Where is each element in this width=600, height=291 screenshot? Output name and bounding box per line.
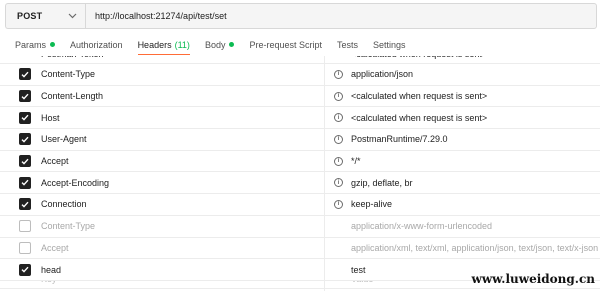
tab-label: Pre-request Script [249,39,322,50]
tab-label: Body [204,39,226,50]
status-dot [50,42,56,47]
tab-params[interactable]: Params [15,33,56,56]
header-row: Content-Length i <calculated when request … [0,86,600,108]
watermark: www.luweidong.cn [471,272,596,286]
tab-body[interactable]: Body [205,33,235,56]
info-icon[interactable]: i [334,91,343,101]
checkbox-checked[interactable] [19,155,31,168]
header-key[interactable]: Accept-Encoding [41,178,109,188]
checkmark-icon [21,136,29,143]
header-key[interactable]: Key [41,281,57,284]
header-value[interactable]: application/xml, text/xml, application/j… [351,243,598,253]
checkmark-icon [21,114,29,121]
tab-label: Params [15,39,47,50]
checkbox-checked[interactable] [19,133,31,146]
header-row: User-Agent i PostmanRuntime/7.29.0 [0,129,600,151]
checkmark-icon [21,201,29,208]
header-key[interactable]: Content-Type [41,221,95,231]
request-url-bar: POST http://localhost:21274/api/test/set [5,3,597,29]
chevron-down-icon [67,11,77,21]
info-icon[interactable]: i [334,199,343,209]
method-label: POST [17,11,43,21]
status-dot [229,42,235,47]
header-key[interactable]: Postman-Token [41,56,104,59]
header-row: Connection i keep-alive [0,194,600,216]
checkbox-checked[interactable] [19,198,31,211]
header-row: Postman-Token <calculated when request is… [0,56,600,64]
header-value[interactable]: <calculated when request is sent> [351,113,487,123]
header-value[interactable]: */* [351,156,361,166]
header-key[interactable]: head [41,265,61,275]
header-key[interactable]: Content-Type [41,69,95,79]
header-value[interactable]: Value [351,281,373,284]
header-row: Content-Type application/x-www-form-urlen… [0,216,600,238]
header-row: Host i <calculated when request is sent> [0,107,600,130]
header-row: Accept i */* [0,151,600,173]
info-icon[interactable]: i [334,156,343,166]
request-tabs: Params Authorization Headers (11) Body P… [0,33,600,56]
tab-count: (11) [174,39,190,50]
info-icon[interactable]: i [334,69,343,79]
header-key[interactable]: Host [41,113,60,123]
header-key[interactable]: Content-Length [41,91,103,101]
header-row: Accept application/xml, text/xml, applica… [0,238,600,260]
header-key[interactable]: Accept [41,156,69,166]
tab-pre-request-script[interactable]: Pre-request Script [249,33,322,56]
header-value[interactable]: application/x-www-form-urlencoded [351,221,492,231]
header-value[interactable]: <calculated when request is sent> [351,56,487,59]
header-value[interactable]: <calculated when request is sent> [351,91,487,101]
tab-label: Tests [336,39,358,50]
header-row: Accept-Encoding i gzip, deflate, br [0,172,600,195]
url-input[interactable]: http://localhost:21274/api/test/set [85,3,597,29]
checkbox-checked[interactable] [19,68,31,81]
tab-label: Headers [137,39,172,50]
tab-headers[interactable]: Headers (11) [137,33,191,56]
checkbox-checked[interactable] [19,111,31,124]
header-value[interactable]: gzip, deflate, br [351,178,413,188]
tab-tests[interactable]: Tests [337,33,358,56]
checkmark-icon [21,266,29,273]
checkbox-checked[interactable] [19,90,31,103]
checkbox-checked[interactable] [19,176,31,189]
checkbox-checked[interactable] [19,263,31,276]
header-value[interactable]: application/json [351,69,413,79]
checkmark-icon [21,93,29,100]
info-icon[interactable]: i [334,134,343,144]
tab-label: Settings [373,39,406,50]
checkmark-icon [21,158,29,165]
header-value[interactable]: PostmanRuntime/7.29.0 [351,134,448,144]
header-key[interactable]: User-Agent [41,134,87,144]
header-row: Content-Type i application/json [0,64,600,86]
method-select[interactable]: POST [5,3,85,29]
info-icon[interactable]: i [334,113,343,123]
checkbox-unchecked[interactable] [19,241,31,254]
tab-label: Authorization [70,39,123,50]
checkmark-icon [21,71,29,78]
header-key[interactable]: Connection [41,199,87,209]
tab-settings[interactable]: Settings [373,33,406,56]
headers-table: Postman-Token <calculated when request is… [0,56,600,289]
header-key[interactable]: Accept [41,243,69,253]
tab-authorization[interactable]: Authorization [70,33,123,56]
info-icon[interactable]: i [334,178,343,188]
checkmark-icon [21,180,29,186]
checkbox-unchecked[interactable] [19,220,31,233]
header-value[interactable]: test [351,265,366,275]
header-value[interactable]: keep-alive [351,199,392,209]
